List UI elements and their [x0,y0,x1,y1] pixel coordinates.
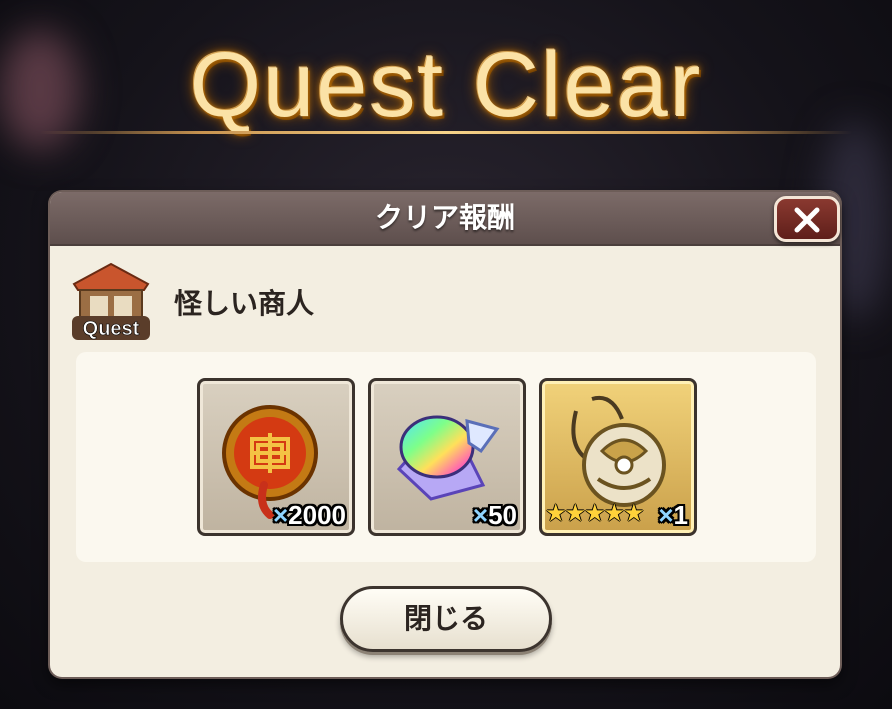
quest-badge-label: Quest [83,318,140,340]
close-icon [794,207,820,233]
quest-house-icon: Quest [70,262,152,342]
title-underline [40,131,852,134]
reward-quantity: ×1 [658,500,688,530]
reward-quantity: ×2000 [272,500,346,530]
close-x-button[interactable] [774,196,840,242]
reward-quantity: ×50 [472,500,517,530]
close-dialog-button[interactable]: 閉じる [340,586,552,652]
quest-name: 怪しい商人 [174,287,315,320]
reward-item-crystal[interactable]: ×50 [368,378,526,536]
reward-item-pendant[interactable]: ★★★★★ ×1 [539,378,697,536]
quest-clear-title: Quest Clear [189,34,703,136]
reward-item-coin[interactable]: ×2000 [197,378,355,536]
rarity-stars: ★★★★★ [545,499,645,527]
dialog-title: クリア報酬 [374,201,515,234]
close-dialog-button-label: 閉じる [403,602,488,635]
